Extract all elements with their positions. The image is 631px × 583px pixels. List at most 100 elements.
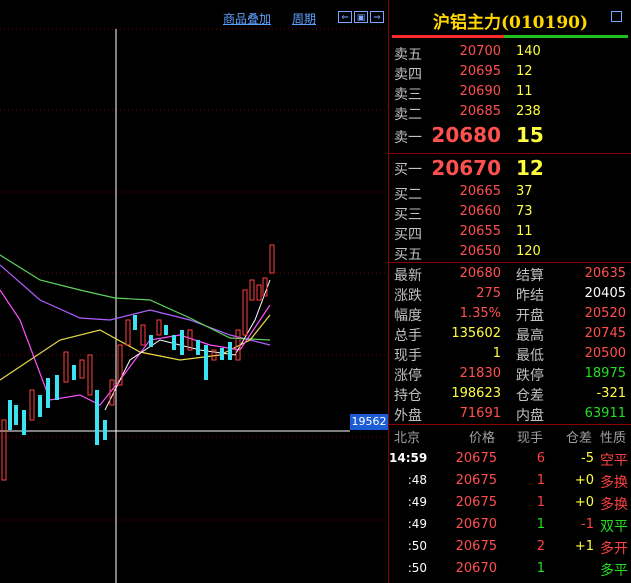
stat-value: 275 — [476, 286, 501, 301]
tick-volume: 1 — [536, 495, 545, 510]
col-nature: 性质 — [600, 431, 627, 446]
ask-label: 卖一 — [394, 130, 422, 146]
tick-volume: 6 — [536, 451, 545, 466]
tick-row: 14:59 20675 6 -5 空平 — [389, 449, 631, 469]
col-vol: 现手 — [517, 431, 544, 446]
bid-price: 20655 — [459, 224, 501, 239]
stats-row: 涨跌 275 昨结 20405 — [389, 284, 631, 304]
stat-label: 跌停 — [516, 368, 544, 384]
tick-nature: 多平 — [600, 563, 628, 579]
ticks-header: 北京 价格 现手 仓差 性质 — [389, 427, 631, 447]
maximize-icon[interactable] — [611, 11, 622, 22]
stat-value: 20635 — [584, 266, 626, 281]
stats-row: 持仓 198623 仓差 -321 — [389, 384, 631, 404]
ask-price: 20690 — [459, 84, 501, 99]
ask-row[interactable]: 卖五 20700 140 — [389, 42, 631, 63]
bid-row[interactable]: 买四 20655 11 — [389, 222, 631, 243]
stat-label: 最低 — [516, 348, 544, 364]
tick-time: :50 — [407, 561, 427, 575]
bid-volume: 37 — [516, 184, 533, 199]
stat-value: 71691 — [459, 406, 501, 421]
stat-label: 总手 — [394, 328, 422, 344]
ask-volume: 238 — [516, 104, 541, 119]
stat-value: 20680 — [459, 266, 501, 281]
tick-volume: 1 — [536, 473, 545, 488]
overlay-link[interactable]: 商品叠加 — [223, 10, 271, 27]
sell-ratio-bar — [504, 35, 628, 38]
tick-price: 20675 — [455, 495, 497, 510]
tick-price: 20675 — [455, 451, 497, 466]
tick-time: :50 — [407, 539, 427, 553]
col-time: 北京 — [394, 431, 421, 446]
tick-row: :49 20675 1 +0 多换 — [389, 493, 631, 513]
crosshair-price-tag: 19562 — [350, 414, 388, 430]
bid-price: 20670 — [431, 156, 501, 180]
ask-row[interactable]: 卖四 20695 12 — [389, 62, 631, 83]
bid-row[interactable]: 买一 20670 12 — [389, 156, 631, 180]
tick-diff: +1 — [574, 539, 594, 554]
tick-row: :49 20670 1 -1 双平 — [389, 515, 631, 535]
tick-diff: -5 — [581, 451, 594, 466]
stat-label: 最高 — [516, 328, 544, 344]
divider — [389, 262, 631, 263]
period-link[interactable]: 周期 — [292, 10, 316, 27]
bid-volume: 73 — [516, 204, 533, 219]
tick-time: :49 — [407, 517, 427, 531]
stats-row: 幅度 1.35% 开盘 20520 — [389, 304, 631, 324]
ask-row[interactable]: 卖二 20685 238 — [389, 102, 631, 123]
tick-price: 20670 — [455, 561, 497, 576]
stats-row: 总手 135602 最高 20745 — [389, 324, 631, 344]
ask-label: 卖二 — [394, 107, 422, 123]
tick-volume: 1 — [536, 517, 545, 532]
quote-panel: 沪铝主力(010190) 卖五 20700 140 卖四 20695 12 卖三 20690 1… — [388, 0, 631, 583]
candlestick-plot[interactable] — [0, 0, 388, 583]
stat-value: 20500 — [584, 346, 626, 361]
ask-price: 20685 — [459, 104, 501, 119]
tick-nature: 多换 — [600, 497, 628, 513]
ask-price: 20695 — [459, 64, 501, 79]
scroll-left-icon[interactable]: ⇐ — [338, 11, 352, 23]
bid-row[interactable]: 买五 20650 120 — [389, 242, 631, 263]
ask-price: 20680 — [431, 123, 501, 147]
scroll-right-icon[interactable]: ⇒ — [370, 11, 384, 23]
tick-diff: +0 — [574, 473, 594, 488]
stat-label: 昨结 — [516, 288, 544, 304]
zoom-icon[interactable]: ▣ — [354, 11, 368, 23]
col-price: 价格 — [469, 431, 496, 446]
buy-ratio-bar — [392, 35, 504, 38]
stats-row: 最新 20680 结算 20635 — [389, 264, 631, 284]
bid-price: 20650 — [459, 244, 501, 259]
stat-label: 持仓 — [394, 388, 422, 404]
tick-price: 20675 — [455, 539, 497, 554]
stat-value: -321 — [596, 386, 626, 401]
stat-value: 63911 — [584, 406, 626, 421]
tick-row: :50 20675 2 +1 多开 — [389, 537, 631, 557]
bid-row[interactable]: 买二 20665 37 — [389, 182, 631, 203]
tick-time: :48 — [407, 473, 427, 487]
bid-label: 买二 — [394, 187, 422, 203]
ask-volume: 140 — [516, 44, 541, 59]
ask-row[interactable]: 卖三 20690 11 — [389, 82, 631, 103]
bid-price: 20660 — [459, 204, 501, 219]
bid-label: 买五 — [394, 247, 422, 263]
stat-value: 21830 — [459, 366, 501, 381]
bid-row[interactable]: 买三 20660 73 — [389, 202, 631, 223]
bid-label: 买四 — [394, 227, 422, 243]
stat-value: 135602 — [451, 326, 501, 341]
ask-volume: 11 — [516, 84, 533, 99]
stat-value: 20745 — [584, 326, 626, 341]
tick-volume: 2 — [536, 539, 545, 554]
ask-volume: 15 — [516, 123, 544, 147]
ask-row[interactable]: 卖一 20680 15 — [389, 123, 631, 147]
kline-chart[interactable]: 商品叠加 周期 ⇐ ▣ ⇒ 19562 — [0, 0, 388, 583]
divider — [389, 153, 631, 154]
ask-volume: 12 — [516, 64, 533, 79]
ask-label: 卖五 — [394, 47, 422, 63]
tick-nature: 多开 — [600, 541, 628, 557]
stat-label: 涨停 — [394, 368, 422, 384]
stat-label: 结算 — [516, 268, 544, 284]
stat-label: 开盘 — [516, 308, 544, 324]
bid-volume: 12 — [516, 156, 544, 180]
bid-price: 20665 — [459, 184, 501, 199]
stat-value: 18975 — [584, 366, 626, 381]
